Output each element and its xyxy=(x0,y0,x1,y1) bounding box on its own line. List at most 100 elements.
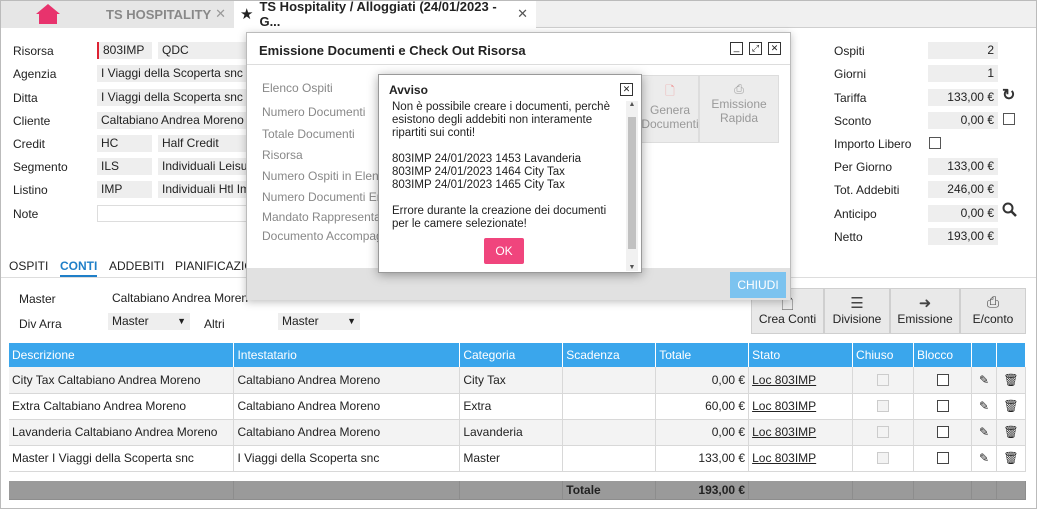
ditta-field[interactable]: I Viaggi della Scoperta snc xyxy=(97,89,247,106)
dialog-label: Documento Accompagnatorio xyxy=(262,229,380,243)
tab-pianificazione[interactable]: PIANIFICAZIO xyxy=(175,259,254,273)
col-descrizione[interactable]: Descrizione xyxy=(9,343,235,367)
col-totale[interactable]: Totale xyxy=(655,343,750,367)
credit-code-field[interactable]: HC xyxy=(97,135,152,152)
cell-stato-link[interactable]: Loc 803IMP xyxy=(748,393,854,420)
cell-categoria: Lavanderia xyxy=(459,419,564,446)
credit-desc-field[interactable]: Half Credit xyxy=(158,135,248,152)
importo-libero-checkbox[interactable] xyxy=(929,137,941,149)
div-arra-select[interactable]: Master ▼ xyxy=(108,313,190,330)
cell-stato-link[interactable]: Loc 803IMP xyxy=(748,419,854,446)
chiuso-checkbox xyxy=(877,373,890,386)
pencil-icon[interactable]: ✎ xyxy=(971,393,997,420)
alert-title: Avviso xyxy=(389,83,428,97)
risorsa-type-field[interactable]: QDC xyxy=(158,42,248,59)
tab-ts-hospitality[interactable]: TS HOSPITALITY ✕ xyxy=(96,0,234,28)
cell-intestatario: Caltabiano Andrea Moreno xyxy=(233,367,461,394)
trash-icon[interactable]: 🗑 xyxy=(996,393,1027,420)
sconto-checkbox[interactable] xyxy=(1003,113,1015,125)
col-categoria[interactable]: Categoria xyxy=(459,343,564,367)
pencil-icon[interactable]: ✎ xyxy=(971,445,997,472)
dialog-label: Elenco Ospiti xyxy=(262,81,333,95)
listino-desc-field[interactable]: Individuali Htl Im xyxy=(158,181,248,198)
agenzia-label: Agenzia xyxy=(13,67,57,81)
tab-conti[interactable]: CONTI xyxy=(60,259,98,277)
col-scadenza[interactable]: Scadenza xyxy=(562,343,657,367)
cell-stato-link[interactable]: Loc 803IMP xyxy=(748,367,854,394)
alert-scrollbar[interactable]: ▲ ▼ xyxy=(626,101,638,271)
trash-icon[interactable]: 🗑 xyxy=(996,419,1027,446)
blocco-checkbox[interactable] xyxy=(936,426,949,438)
trash-icon[interactable]: 🗑 xyxy=(996,367,1027,394)
scroll-up-icon[interactable]: ▲ xyxy=(626,101,638,108)
col-intestatario[interactable]: Intestatario xyxy=(233,343,461,367)
scroll-thumb[interactable] xyxy=(628,117,636,249)
blocco-checkbox[interactable] xyxy=(936,400,949,412)
altri-select[interactable]: Master ▼ xyxy=(278,313,360,330)
pencil-icon[interactable]: ✎ xyxy=(971,367,997,394)
spacer-row xyxy=(9,471,1026,481)
dialog-divider xyxy=(247,64,790,65)
ok-button[interactable]: OK xyxy=(484,238,524,264)
tab-home[interactable] xyxy=(0,0,96,28)
close-icon[interactable]: ✕ xyxy=(517,6,528,22)
cell-descrizione: Extra Caltabiano Andrea Moreno xyxy=(9,393,235,420)
col-delete xyxy=(996,343,1027,367)
trash-icon[interactable]: 🗑 xyxy=(996,445,1027,472)
tab-ospiti[interactable]: OSPITI xyxy=(9,259,48,273)
close-icon[interactable]: ✕ xyxy=(768,42,781,55)
risorsa-label: Risorsa xyxy=(13,44,54,58)
col-blocco[interactable]: Blocco xyxy=(913,343,972,367)
note-field[interactable] xyxy=(97,205,247,222)
cell-blocco xyxy=(913,393,972,420)
master-field[interactable]: Caltabiano Andrea Moreno xyxy=(108,290,248,307)
home-icon xyxy=(36,4,60,24)
segmento-desc-field[interactable]: Individuali Leisur xyxy=(158,158,248,175)
cell-scadenza xyxy=(562,393,657,420)
tab-addebiti[interactable]: ADDEBITI xyxy=(109,259,164,273)
cell-totale: 0,00 € xyxy=(655,367,750,394)
maximize-icon[interactable]: ⤢ xyxy=(749,42,762,55)
table-row[interactable]: City Tax Caltabiano Andrea Moreno Caltab… xyxy=(9,367,1027,394)
search-icon[interactable] xyxy=(1002,202,1018,221)
table-row[interactable]: Lavanderia Caltabiano Andrea Moreno Calt… xyxy=(9,419,1027,446)
listino-label: Listino xyxy=(13,183,48,197)
cliente-field[interactable]: Caltabiano Andrea Moreno xyxy=(97,112,247,129)
table-row[interactable]: Extra Caltabiano Andrea Moreno Caltabian… xyxy=(9,393,1027,420)
blocco-checkbox[interactable] xyxy=(936,452,949,464)
tariffa-label: Tariffa xyxy=(834,91,867,105)
econto-button[interactable]: ⎙ E/conto xyxy=(960,288,1026,334)
chiudi-button[interactable]: CHIUDI xyxy=(730,272,786,298)
cell-stato-link[interactable]: Loc 803IMP xyxy=(748,445,854,472)
dialog-label: Numero Ospiti in Elenco xyxy=(262,169,380,183)
cell-blocco xyxy=(913,419,972,446)
total-label: Totale xyxy=(562,481,657,500)
table-row[interactable]: Master I Viaggi della Scoperta snc I Via… xyxy=(9,445,1027,472)
blocco-checkbox[interactable] xyxy=(936,373,949,386)
cell-chiuso xyxy=(852,445,915,472)
refresh-icon[interactable]: ↻ xyxy=(1002,85,1015,105)
sconto-value[interactable]: 0,00 € xyxy=(928,112,998,129)
genera-documenti-button[interactable]: 🗋 Genera Documenti xyxy=(641,75,699,143)
col-chiuso[interactable]: Chiuso xyxy=(852,343,915,367)
ospiti-value: 2 xyxy=(928,42,998,59)
close-icon[interactable]: ✕ xyxy=(215,6,226,22)
divisione-button[interactable]: ☰ Divisione xyxy=(824,288,890,334)
minimize-icon[interactable]: _ xyxy=(730,42,743,55)
pencil-icon[interactable]: ✎ xyxy=(971,419,997,446)
dialog-title: Emissione Documenti e Check Out Risorsa xyxy=(259,43,526,58)
emissione-button[interactable]: ➜ Emissione xyxy=(890,288,960,334)
alert-body: Non è possibile creare i documenti, perc… xyxy=(392,101,620,231)
cell-descrizione: City Tax Caltabiano Andrea Moreno xyxy=(9,367,235,394)
segmento-code-field[interactable]: ILS xyxy=(97,158,152,175)
emissione-rapida-button[interactable]: ⎙ Emissione Rapida xyxy=(699,75,779,143)
close-icon[interactable]: ✕ xyxy=(620,83,633,96)
ospiti-label: Ospiti xyxy=(834,44,865,58)
chiuso-checkbox xyxy=(877,426,890,438)
col-stato[interactable]: Stato xyxy=(748,343,854,367)
tab-alloggiati[interactable]: ★ TS Hospitality / Alloggiati (24/01/2023… xyxy=(234,0,536,29)
listino-code-field[interactable]: IMP xyxy=(97,181,152,198)
agenzia-field[interactable]: I Viaggi della Scoperta snc xyxy=(97,65,247,82)
scroll-down-icon[interactable]: ▼ xyxy=(626,264,638,271)
risorsa-code-field[interactable]: 803IMP xyxy=(97,42,152,59)
